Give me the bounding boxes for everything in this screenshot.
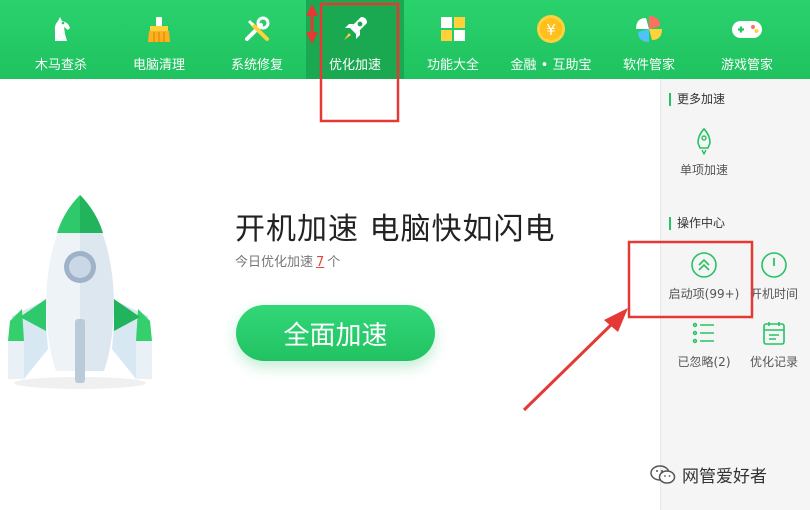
ignored-items-label: 已忽略(2) [677,355,731,369]
full-speedup-button[interactable]: 全面加速 [236,305,435,361]
nav-item-pc-cleanup[interactable]: 电脑清理 [110,0,208,79]
nav-item-label: 功能大全 [426,58,479,73]
top-nav-bar: 木马查杀 电脑清理 系统修复 优化加速 功能大全 ¥ 金融 • 互助宝 软件管家… [0,0,810,79]
today-prefix: 今日优化加速 [235,255,314,270]
list-icon [690,319,718,347]
today-suffix: 个 [327,255,341,270]
clock-icon [760,251,788,279]
nav-item-label: 木马查杀 [34,58,87,73]
watermark: 网管爱好者 [650,462,767,487]
nav-item-software-manager[interactable]: 软件管家 [600,0,698,79]
nav-item-trojan-scan[interactable]: 木马查杀 [12,0,110,79]
startup-items-button[interactable]: 启动项(99+) [667,251,741,302]
watermark-text: 网管爱好者 [682,467,767,487]
boot-time-label: 开机时间 [749,287,798,301]
wechat-icon [650,464,676,486]
rocket-outline-icon [690,127,718,155]
operation-center-title: 操作中心 [669,217,725,230]
horse-icon [44,12,78,46]
main-panel: 开机加速 电脑快如闪电 今日优化加速 7 个 全面加速 [0,79,660,510]
yuan-coin-icon: ¥ [534,12,568,46]
pinwheel-icon [632,12,666,46]
nav-item-label: 电脑清理 [132,58,185,73]
rocket-illustration [0,191,160,395]
today-count-link[interactable]: 7 [316,255,324,270]
nav-item-label: 游戏管家 [720,58,773,73]
page-headline: 开机加速 电脑快如闪电 [235,212,556,247]
optimize-history-label: 优化记录 [749,355,798,369]
nav-item-finance[interactable]: ¥ 金融 • 互助宝 [502,0,600,79]
nav-item-optimize-speedup[interactable]: 优化加速 [306,0,404,79]
double-chevron-up-icon [690,251,718,279]
svg-text:¥: ¥ [546,21,556,39]
nav-item-game-manager[interactable]: 游戏管家 [698,0,796,79]
startup-items-label: 启动项(99+) [668,287,740,301]
side-panel: 更多加速 单项加速 操作中心 启动项(99+) 开机时间 已忽略(2) 优化记录 [660,79,810,510]
nav-item-label: 金融 • 互助宝 [510,58,592,73]
today-optimized-count: 今日优化加速 7 个 [235,251,340,270]
nav-item-label: 优化加速 [328,58,381,73]
nav-item-system-repair[interactable]: 系统修复 [208,0,306,79]
optimize-history-button[interactable]: 优化记录 [737,319,810,370]
grid-icon [436,12,470,46]
gamepad-icon [730,12,764,46]
nav-item-all-features[interactable]: 功能大全 [404,0,502,79]
rocket-icon [338,12,372,46]
nav-item-label: 系统修复 [230,58,283,73]
calendar-icon [760,319,788,347]
single-speedup-label: 单项加速 [679,163,728,177]
nav-item-label: 软件管家 [622,58,675,73]
ignored-items-button[interactable]: 已忽略(2) [667,319,741,370]
more-speedup-title: 更多加速 [669,93,725,106]
wrench-screwdriver-icon [240,12,274,46]
broom-icon [142,12,176,46]
single-speedup-button[interactable]: 单项加速 [667,127,741,178]
boot-time-button[interactable]: 开机时间 [737,251,810,302]
